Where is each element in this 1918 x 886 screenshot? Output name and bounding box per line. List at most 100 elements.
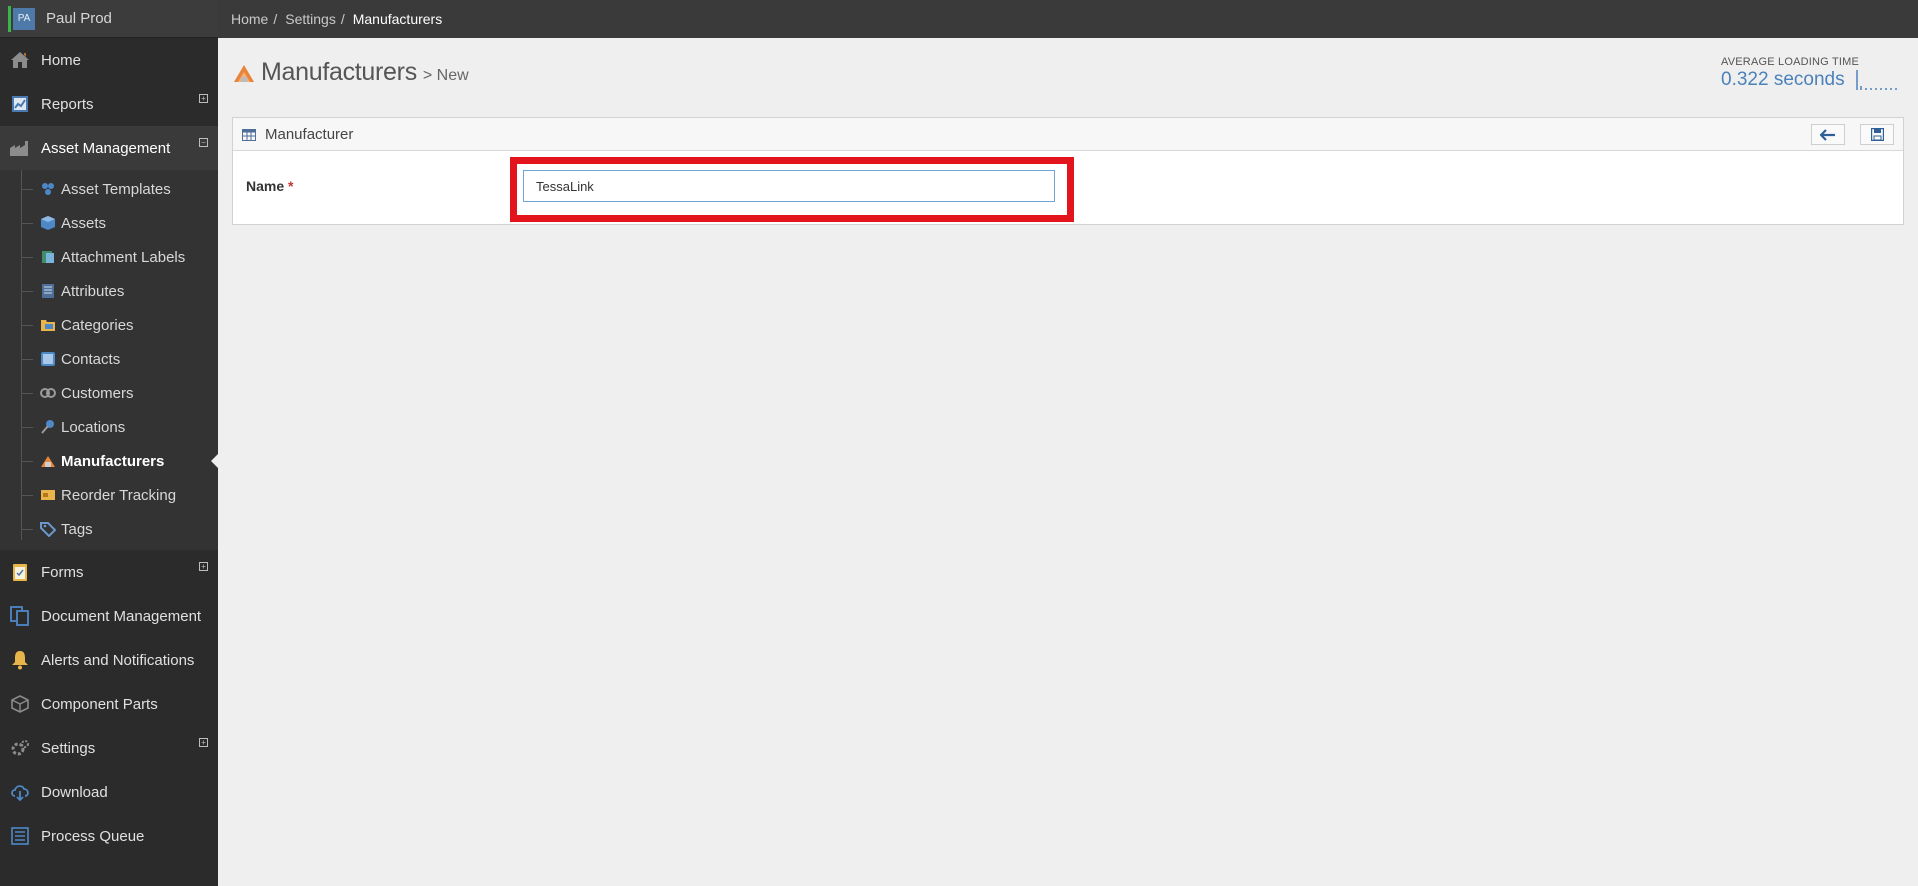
- nav-download[interactable]: Download: [0, 770, 218, 814]
- sidebar-item-label: Customers: [61, 384, 134, 402]
- reorder-icon: [40, 487, 56, 503]
- list-icon: [40, 283, 56, 299]
- nav-home-label: Home: [41, 51, 82, 69]
- input-highlight-box: [510, 157, 1074, 222]
- breadcrumb-current: Manufacturers: [352, 11, 443, 27]
- collapse-icon[interactable]: −: [199, 138, 208, 147]
- queue-icon: [9, 825, 31, 847]
- nav-settings-label: Settings: [41, 739, 96, 757]
- user-name: Paul Prod: [46, 10, 112, 27]
- nav-alerts[interactable]: Alerts and Notifications: [0, 638, 218, 682]
- sidebar-item-assets[interactable]: Assets: [0, 206, 218, 240]
- home-icon: [9, 49, 31, 71]
- user-bar[interactable]: PA Paul Prod: [0, 0, 218, 38]
- name-input[interactable]: [523, 170, 1055, 202]
- nav-settings[interactable]: Settings +: [0, 726, 218, 770]
- loading-time-title: AVERAGE LOADING TIME: [1721, 56, 1860, 68]
- nav-forms-label: Forms: [41, 563, 84, 581]
- sidebar-item-label: Categories: [61, 316, 134, 334]
- factory-icon: [9, 137, 31, 159]
- breadcrumb-home[interactable]: Home: [231, 11, 268, 27]
- widget-title: Manufacturer: [265, 125, 354, 143]
- sidebar: PA Paul Prod Home Reports + Asset Manage…: [0, 0, 218, 886]
- factory-icon: [40, 453, 56, 469]
- sidebar-item-attachment-labels[interactable]: Attachment Labels: [0, 240, 218, 274]
- page-title: Manufacturers: [261, 58, 417, 86]
- nav-reports-label: Reports: [41, 95, 94, 113]
- nav-document-management[interactable]: Document Management: [0, 594, 218, 638]
- sidebar-item-attributes[interactable]: Attributes: [0, 274, 218, 308]
- nav-component-parts[interactable]: Component Parts: [0, 682, 218, 726]
- name-label-text: Name: [246, 178, 285, 194]
- nav-document-management-label: Document Management: [41, 607, 202, 625]
- widget-header: Manufacturer: [233, 118, 1903, 151]
- nav-process-queue-label: Process Queue: [41, 827, 145, 845]
- pin-icon: [40, 419, 56, 435]
- nav-reports[interactable]: Reports +: [0, 82, 218, 126]
- sidebar-item-label: Contacts: [61, 350, 121, 368]
- avatar: PA: [13, 7, 35, 30]
- sidebar-item-asset-templates[interactable]: Asset Templates: [0, 172, 218, 206]
- sidebar-item-manufacturers[interactable]: Manufacturers: [0, 444, 218, 478]
- loading-sparkline: [1856, 70, 1897, 90]
- sidebar-item-label: Attributes: [61, 282, 125, 300]
- breadcrumb-separator: /: [340, 11, 345, 27]
- back-button[interactable]: [1811, 124, 1845, 145]
- contact-card-icon: [40, 351, 56, 367]
- sidebar-item-label: Asset Templates: [61, 180, 171, 198]
- nav-process-queue[interactable]: Process Queue: [0, 814, 218, 858]
- cube-icon: [40, 215, 56, 231]
- breadcrumb-separator: /: [273, 11, 278, 27]
- sidebar-item-tags[interactable]: Tags: [0, 512, 218, 546]
- cloud-download-icon: [9, 781, 31, 803]
- sidebar-item-label: Manufacturers: [61, 452, 165, 470]
- asset-management-submenu: Asset Templates Assets Attachment Labels…: [0, 170, 218, 550]
- required-marker: *: [288, 178, 294, 194]
- loading-time-indicator: AVERAGE LOADING TIME 0.322 seconds: [1721, 56, 1897, 91]
- documents-icon: [9, 605, 31, 627]
- table-icon: [242, 128, 256, 141]
- factory-icon: [232, 61, 256, 85]
- clipboard-icon: [9, 561, 31, 583]
- nav-alerts-label: Alerts and Notifications: [41, 651, 195, 669]
- nav-component-parts-label: Component Parts: [41, 695, 158, 713]
- sidebar-item-label: Assets: [61, 214, 107, 232]
- bell-icon: [9, 649, 31, 671]
- sidebar-item-contacts[interactable]: Contacts: [0, 342, 218, 376]
- breadcrumb: Home / Settings / Manufacturers: [218, 0, 1918, 38]
- reports-icon: [9, 93, 31, 115]
- customers-icon: [40, 385, 56, 401]
- page-subtitle: > New: [422, 67, 469, 84]
- box-icon: [9, 693, 31, 715]
- arrow-left-icon: [1820, 128, 1835, 141]
- nav-asset-management[interactable]: Asset Management −: [0, 126, 218, 170]
- user-status-indicator: [8, 5, 11, 32]
- sidebar-item-locations[interactable]: Locations: [0, 410, 218, 444]
- manufacturer-widget: Manufacturer Name *: [232, 117, 1904, 225]
- sidebar-item-categories[interactable]: Categories: [0, 308, 218, 342]
- nav-home[interactable]: Home: [0, 38, 218, 82]
- tag-icon: [40, 521, 57, 538]
- floppy-disk-icon: [1870, 128, 1884, 141]
- name-label: Name *: [246, 178, 293, 194]
- page-header: Manufacturers > New: [232, 58, 469, 87]
- nav-asset-management-label: Asset Management: [41, 139, 171, 157]
- expand-icon[interactable]: +: [199, 738, 208, 747]
- sidebar-item-label: Tags: [61, 520, 93, 538]
- expand-icon[interactable]: +: [199, 94, 208, 103]
- sidebar-item-label: Locations: [61, 418, 126, 436]
- breadcrumb-settings[interactable]: Settings: [285, 11, 336, 27]
- save-button[interactable]: [1860, 124, 1894, 145]
- form-row-name: Name *: [233, 151, 1903, 225]
- sidebar-item-customers[interactable]: Customers: [0, 376, 218, 410]
- sidebar-item-reorder-tracking[interactable]: Reorder Tracking: [0, 478, 218, 512]
- nav-forms[interactable]: Forms +: [0, 550, 218, 594]
- label-icon: [40, 249, 56, 265]
- nav-download-label: Download: [41, 783, 108, 801]
- sidebar-item-label: Attachment Labels: [61, 248, 186, 266]
- folder-icon: [40, 317, 56, 333]
- gears-icon: [9, 737, 31, 759]
- cubes-icon: [40, 181, 56, 197]
- expand-icon[interactable]: +: [199, 562, 208, 571]
- sidebar-item-label: Reorder Tracking: [61, 486, 177, 504]
